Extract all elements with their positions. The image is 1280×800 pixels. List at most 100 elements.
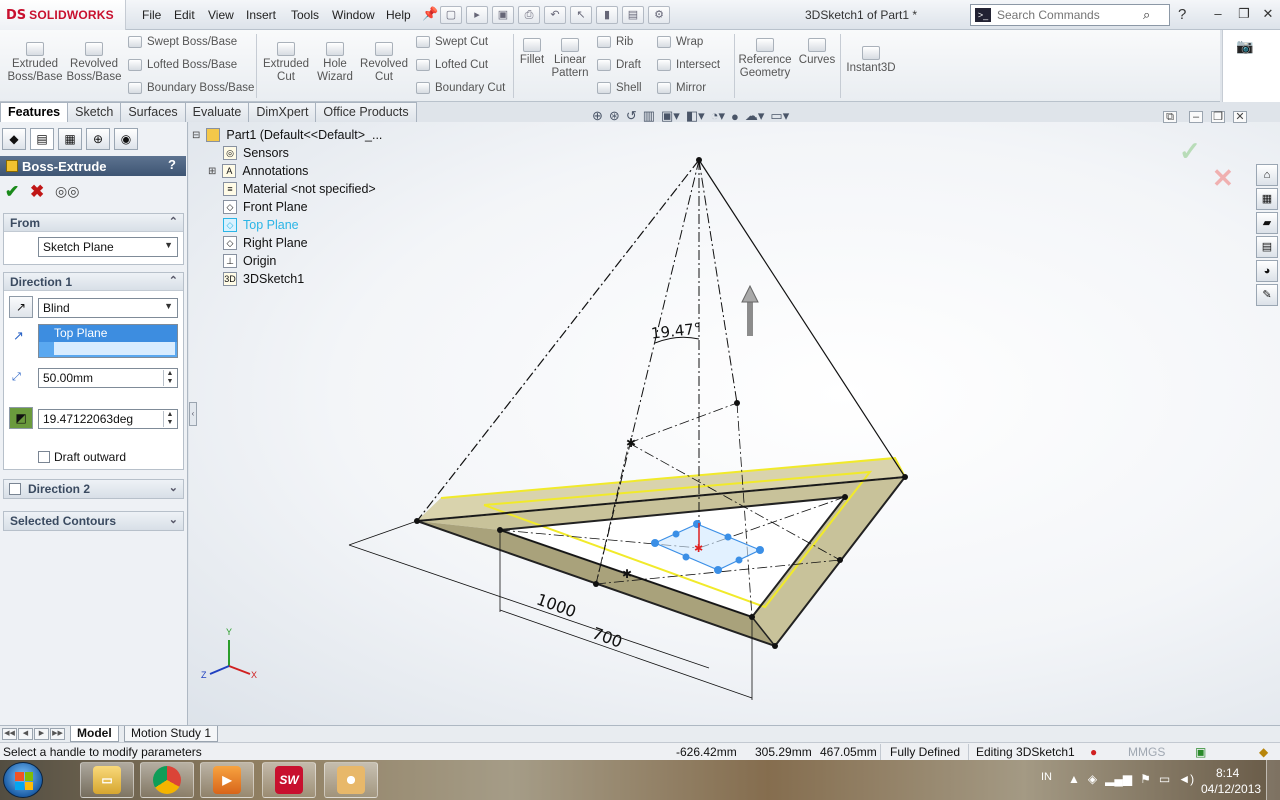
- viewport-restore-icon[interactable]: ❐: [1211, 111, 1225, 123]
- direction2-header[interactable]: Direction 2 ⌄: [4, 480, 183, 498]
- expand-icon[interactable]: ⌄: [169, 481, 178, 494]
- draft-angle-input[interactable]: 19.47122063deg ▲ ▼: [38, 409, 178, 429]
- draft-outward-checkbox[interactable]: [38, 451, 50, 463]
- show-hidden-icons-icon[interactable]: ▲: [1068, 772, 1080, 786]
- shell-button[interactable]: Shell: [597, 82, 642, 94]
- collapse-icon[interactable]: ⌃: [169, 274, 178, 287]
- restore-icon[interactable]: ❐: [1234, 6, 1254, 22]
- scene-icon[interactable]: ☁▾: [745, 108, 765, 124]
- end-condition-select[interactable]: Blind ▼: [38, 298, 178, 318]
- from-header[interactable]: From ⌃: [4, 214, 183, 232]
- tab-sketch[interactable]: Sketch: [67, 102, 122, 122]
- prev-tab-icon[interactable]: ◀: [18, 728, 33, 740]
- mirror-button[interactable]: Mirror: [657, 82, 706, 94]
- tree-root[interactable]: ⊟ Part1 (Default<<Default>_...: [192, 128, 382, 142]
- menu-help[interactable]: Help: [386, 8, 411, 22]
- draft-toggle-icon[interactable]: ◩: [9, 407, 33, 429]
- taskbar-explorer[interactable]: ▭: [80, 762, 134, 798]
- solidworks-logo[interactable]: DS SOLIDWORKS: [0, 0, 126, 30]
- start-button[interactable]: [3, 762, 43, 798]
- handle-point[interactable]: [735, 556, 743, 564]
- handle-point[interactable]: [672, 530, 680, 538]
- handle-point[interactable]: [724, 533, 732, 541]
- home-icon[interactable]: ⌂: [1256, 164, 1278, 186]
- search-commands[interactable]: >_ ⌕: [970, 4, 1170, 26]
- taskbar-solidworks[interactable]: SW: [262, 762, 316, 798]
- clock-time[interactable]: 8:14: [1216, 766, 1239, 780]
- file-properties-icon[interactable]: ▤: [622, 6, 644, 24]
- help-icon[interactable]: ?: [1178, 6, 1186, 23]
- tag-icon[interactable]: ◆: [1259, 745, 1268, 759]
- action-center-icon[interactable]: ⚑: [1140, 772, 1151, 786]
- design-library-icon[interactable]: ▦: [1256, 188, 1278, 210]
- boundary-cut-button[interactable]: Boundary Cut: [416, 82, 505, 94]
- camera-icon[interactable]: 📷: [1236, 38, 1253, 55]
- view-settings-icon[interactable]: ▭▾: [770, 108, 789, 124]
- configuration-manager-icon[interactable]: ▦: [58, 128, 82, 150]
- reference-geometry-button[interactable]: Reference Geometry: [738, 38, 792, 80]
- rib-button[interactable]: Rib: [597, 36, 633, 48]
- tree-item-material[interactable]: ≡ Material <not specified>: [223, 182, 376, 196]
- viewport-minimize-icon[interactable]: –: [1189, 111, 1203, 123]
- display-icon[interactable]: ▭: [1159, 772, 1170, 786]
- display-style-icon[interactable]: ◧▾: [686, 108, 705, 124]
- rebuild-status-icon[interactable]: ●: [1090, 745, 1097, 759]
- confirmation-cancel-icon[interactable]: ✕: [1212, 163, 1234, 194]
- first-tab-icon[interactable]: ◀◀: [2, 728, 17, 740]
- expand-icon[interactable]: ⊞: [208, 166, 216, 177]
- tree-item-3dsketch1[interactable]: 3D 3DSketch1: [223, 272, 304, 286]
- cancel-button[interactable]: ✖: [30, 182, 44, 202]
- wrap-button[interactable]: Wrap: [657, 36, 703, 48]
- expand-icon[interactable]: ⌄: [169, 513, 178, 526]
- clock-date[interactable]: 04/12/2013: [1201, 782, 1261, 796]
- menu-insert[interactable]: Insert: [246, 8, 276, 22]
- close-icon[interactable]: ✕: [1258, 6, 1278, 22]
- feature-manager-icon[interactable]: ◆: [2, 128, 26, 150]
- selected-contours-header[interactable]: Selected Contours ⌄: [4, 512, 183, 530]
- menu-window[interactable]: Window: [332, 8, 375, 22]
- direction-reference-box[interactable]: Top Plane: [38, 324, 178, 358]
- handle-point[interactable]: [756, 546, 764, 554]
- rebuild-icon[interactable]: ▮: [596, 6, 618, 24]
- tree-item-origin[interactable]: ⊥ Origin: [223, 254, 276, 268]
- direction1-header[interactable]: Direction 1 ⌃: [4, 273, 183, 291]
- tree-item-front-plane[interactable]: ◇ Front Plane: [223, 200, 308, 214]
- pin-icon[interactable]: 📌: [422, 6, 438, 22]
- tree-item-right-plane[interactable]: ◇ Right Plane: [223, 236, 308, 250]
- tab-features[interactable]: Features: [0, 102, 69, 122]
- reverse-direction-icon[interactable]: ↗: [9, 296, 33, 318]
- appearances-icon[interactable]: ◕: [1256, 260, 1278, 282]
- from-select[interactable]: Sketch Plane ▼: [38, 237, 178, 257]
- menu-edit[interactable]: Edit: [174, 8, 195, 22]
- tab-motion-study-1[interactable]: Motion Study 1: [124, 726, 219, 742]
- last-tab-icon[interactable]: ▶▶: [50, 728, 65, 740]
- custom-properties-icon[interactable]: ✎: [1256, 284, 1278, 306]
- signal-strength-icon[interactable]: ▂▄▆: [1105, 772, 1132, 786]
- handle-point[interactable]: [714, 566, 722, 574]
- new-document-icon[interactable]: ▢: [440, 6, 462, 24]
- zoom-to-fit-icon[interactable]: ⊕: [592, 108, 603, 124]
- handle-point[interactable]: [682, 553, 690, 561]
- minimize-icon[interactable]: –: [1208, 6, 1228, 22]
- fillet-button[interactable]: Fillet: [516, 38, 548, 67]
- help-status-icon[interactable]: ▣: [1195, 745, 1206, 759]
- collapse-icon[interactable]: ⊟: [192, 130, 200, 141]
- lofted-boss-button[interactable]: Lofted Boss/Base: [128, 59, 237, 71]
- file-explorer-icon[interactable]: ▰: [1256, 212, 1278, 234]
- appearance-icon[interactable]: ●: [731, 109, 739, 124]
- zoom-to-area-icon[interactable]: ⊛: [609, 108, 620, 124]
- options-icon[interactable]: ⚙: [648, 6, 670, 24]
- menu-tools[interactable]: Tools: [291, 8, 319, 22]
- hide-show-icon[interactable]: ◔▾: [711, 108, 725, 124]
- menu-view[interactable]: View: [208, 8, 234, 22]
- view-palette-icon[interactable]: ▤: [1256, 236, 1278, 258]
- language-indicator[interactable]: IN: [1041, 771, 1052, 783]
- dimxpert-manager-icon[interactable]: ⊕: [86, 128, 110, 150]
- viewport-close-icon[interactable]: ✕: [1233, 111, 1247, 123]
- print-icon[interactable]: ⎙: [518, 6, 540, 24]
- extruded-boss-button[interactable]: Extruded Boss/Base: [6, 42, 64, 84]
- detailed-preview-icon[interactable]: ◎◎: [55, 183, 79, 200]
- revolved-boss-button[interactable]: Revolved Boss/Base: [66, 42, 122, 84]
- extrude-arrow-head[interactable]: [741, 284, 759, 303]
- direction-reference-list[interactable]: [54, 342, 175, 355]
